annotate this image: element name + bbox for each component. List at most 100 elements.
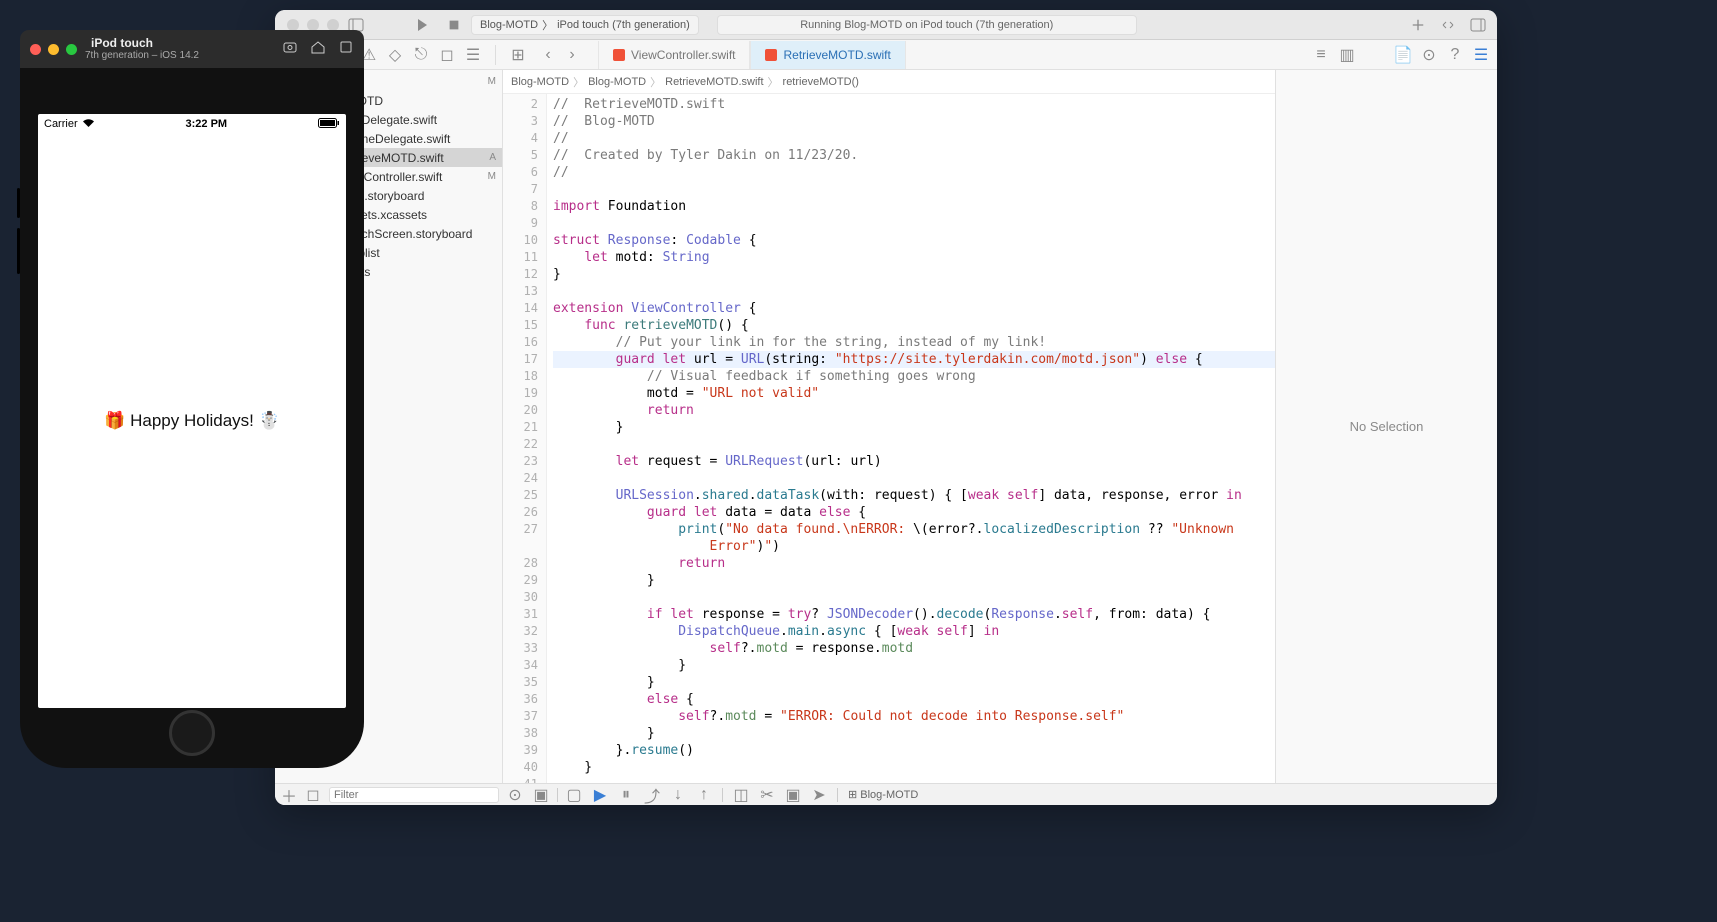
code-line[interactable]: motd = "URL not valid" — [553, 385, 1275, 402]
home-icon[interactable] — [310, 39, 326, 60]
step-over-icon[interactable]: ⤴ — [644, 787, 660, 803]
traffic-lights[interactable] — [287, 19, 339, 31]
file-inspector-icon[interactable]: 📄 — [1395, 47, 1411, 63]
code-line[interactable] — [553, 283, 1275, 300]
simulator-window[interactable]: iPod touch 7th generation – iOS 14.2 Car… — [20, 30, 364, 768]
code-line[interactable]: } — [553, 266, 1275, 283]
code-line[interactable]: } — [553, 725, 1275, 742]
env-icon[interactable]: ▣ — [785, 787, 801, 803]
code-line[interactable]: } — [553, 657, 1275, 674]
panel-toggle-icon[interactable] — [1469, 16, 1487, 34]
step-into-icon[interactable]: ↓ — [670, 787, 686, 803]
scheme-selector[interactable]: Blog-MOTD 〉 iPod touch (7th generation) — [471, 15, 699, 35]
run-button[interactable] — [413, 16, 431, 34]
screenshot-icon[interactable] — [282, 39, 298, 60]
code-line[interactable] — [553, 436, 1275, 453]
help-inspector-icon[interactable]: ? — [1447, 47, 1463, 63]
history-inspector-icon[interactable]: ⊙ — [1421, 47, 1437, 63]
jump-bar[interactable]: Blog-MOTD〉Blog-MOTD〉RetrieveMOTD.swift〉r… — [503, 70, 1275, 94]
code-line[interactable]: import Foundation — [553, 198, 1275, 215]
code-line[interactable]: // RetrieveMOTD.swift — [553, 96, 1275, 113]
code-line[interactable]: DispatchQueue.main.async { [weak self] i… — [553, 623, 1275, 640]
code-line[interactable]: } — [553, 674, 1275, 691]
code-line[interactable]: let motd: String — [553, 249, 1275, 266]
filter-scope-icon[interactable]: ◻ — [305, 787, 321, 803]
continue-icon[interactable]: ⏸ — [618, 787, 634, 803]
add-button[interactable]: ＋ — [281, 787, 297, 803]
split-editor-icon[interactable]: ▥ — [1339, 47, 1355, 63]
code-line[interactable]: struct Response: Codable { — [553, 232, 1275, 249]
code-line[interactable] — [553, 589, 1275, 606]
code-content[interactable]: // RetrieveMOTD.swift// Blog-MOTD//// Cr… — [547, 94, 1275, 783]
device-screen[interactable]: Carrier 3:22 PM 🎁 Happy Holidays! ☃️ — [38, 114, 346, 708]
code-line[interactable]: return — [553, 402, 1275, 419]
code-line[interactable]: self?.motd = "ERROR: Could not decode in… — [553, 708, 1275, 725]
simulator-traffic-lights[interactable] — [30, 44, 77, 55]
code-line[interactable]: let request = URLRequest(url: url) — [553, 453, 1275, 470]
nav-back-icon[interactable]: ‹ — [540, 47, 556, 63]
sim-zoom-dot[interactable] — [66, 44, 77, 55]
editor-tab[interactable]: RetrieveMOTD.swift — [750, 41, 905, 69]
minimize-dot[interactable] — [307, 19, 319, 31]
recent-icon[interactable]: ⊙ — [507, 787, 523, 803]
grid-icon[interactable]: ⊞ — [510, 47, 526, 63]
code-line[interactable]: } — [553, 419, 1275, 436]
stop-button[interactable] — [445, 16, 463, 34]
location-icon[interactable]: ➤ — [811, 787, 827, 803]
close-dot[interactable] — [287, 19, 299, 31]
jumpbar-segment[interactable]: Blog-MOTD — [588, 76, 646, 88]
expand-arrows-icon[interactable] — [1439, 16, 1457, 34]
attributes-inspector-icon[interactable]: ☰ — [1473, 47, 1489, 63]
breakpoint-icon[interactable]: ◻ — [439, 47, 455, 63]
filter-input[interactable] — [329, 787, 499, 803]
test-icon[interactable]: ◇ — [387, 47, 403, 63]
code-line[interactable] — [553, 215, 1275, 232]
code-editor[interactable]: 2345678910111213141516171819202122232425… — [503, 94, 1275, 783]
code-line[interactable]: } — [553, 759, 1275, 776]
breakpoint-toggle-icon[interactable]: ▶ — [592, 787, 608, 803]
code-line[interactable]: extension ViewController { — [553, 300, 1275, 317]
code-line[interactable]: guard let url = URL(string: "https://sit… — [553, 351, 1275, 368]
scm-filter-icon[interactable]: ▣ — [533, 787, 549, 803]
code-line[interactable]: if let response = try? JSONDecoder().dec… — [553, 606, 1275, 623]
zoom-dot[interactable] — [327, 19, 339, 31]
rotate-icon[interactable] — [338, 39, 354, 60]
code-line[interactable] — [553, 181, 1275, 198]
editor-options-icon[interactable]: ≡ — [1313, 47, 1329, 63]
jumpbar-segment[interactable]: RetrieveMOTD.swift — [665, 76, 763, 88]
code-line[interactable]: // — [553, 130, 1275, 147]
code-line[interactable]: // Visual feedback if something goes wro… — [553, 368, 1275, 385]
line-number: 15 — [503, 317, 538, 334]
plus-icon[interactable] — [1409, 16, 1427, 34]
code-line[interactable]: return — [553, 555, 1275, 572]
code-line[interactable]: }.resume() — [553, 742, 1275, 759]
code-line[interactable]: // — [553, 164, 1275, 181]
sim-minimize-dot[interactable] — [48, 44, 59, 55]
sim-close-dot[interactable] — [30, 44, 41, 55]
report-icon[interactable]: ☰ — [465, 47, 481, 63]
code-line[interactable]: else { — [553, 691, 1275, 708]
code-line[interactable]: func retrieveMOTD() { — [553, 317, 1275, 334]
code-line[interactable]: print("No data found.\nERROR: \(error?.l… — [553, 521, 1275, 555]
nav-forward-icon[interactable]: › — [564, 47, 580, 63]
scm-badge: M — [488, 76, 496, 87]
debug-icon[interactable]: ⎋ — [413, 47, 429, 63]
editor-tab[interactable]: ViewController.swift — [598, 41, 750, 69]
code-line[interactable] — [553, 776, 1275, 783]
code-line[interactable] — [553, 470, 1275, 487]
code-line[interactable]: } — [553, 572, 1275, 589]
code-line[interactable]: self?.motd = response.motd — [553, 640, 1275, 657]
code-line[interactable]: // Blog-MOTD — [553, 113, 1275, 130]
code-line[interactable]: guard let data = data else { — [553, 504, 1275, 521]
jumpbar-segment[interactable]: Blog-MOTD — [511, 76, 569, 88]
code-line[interactable]: // Put your link in for the string, inst… — [553, 334, 1275, 351]
jumpbar-segment[interactable]: retrieveMOTD() — [783, 76, 859, 88]
code-line[interactable]: // Created by Tyler Dakin on 11/23/20. — [553, 147, 1275, 164]
line-number: 35 — [503, 674, 538, 691]
step-out-icon[interactable]: ↑ — [696, 787, 712, 803]
code-line[interactable]: URLSession.shared.dataTask(with: request… — [553, 487, 1275, 504]
memory-icon[interactable]: ✂ — [759, 787, 775, 803]
home-button[interactable] — [169, 710, 215, 756]
view-debug-icon[interactable]: ◫ — [733, 787, 749, 803]
hide-debug-icon[interactable]: ▢ — [566, 787, 582, 803]
